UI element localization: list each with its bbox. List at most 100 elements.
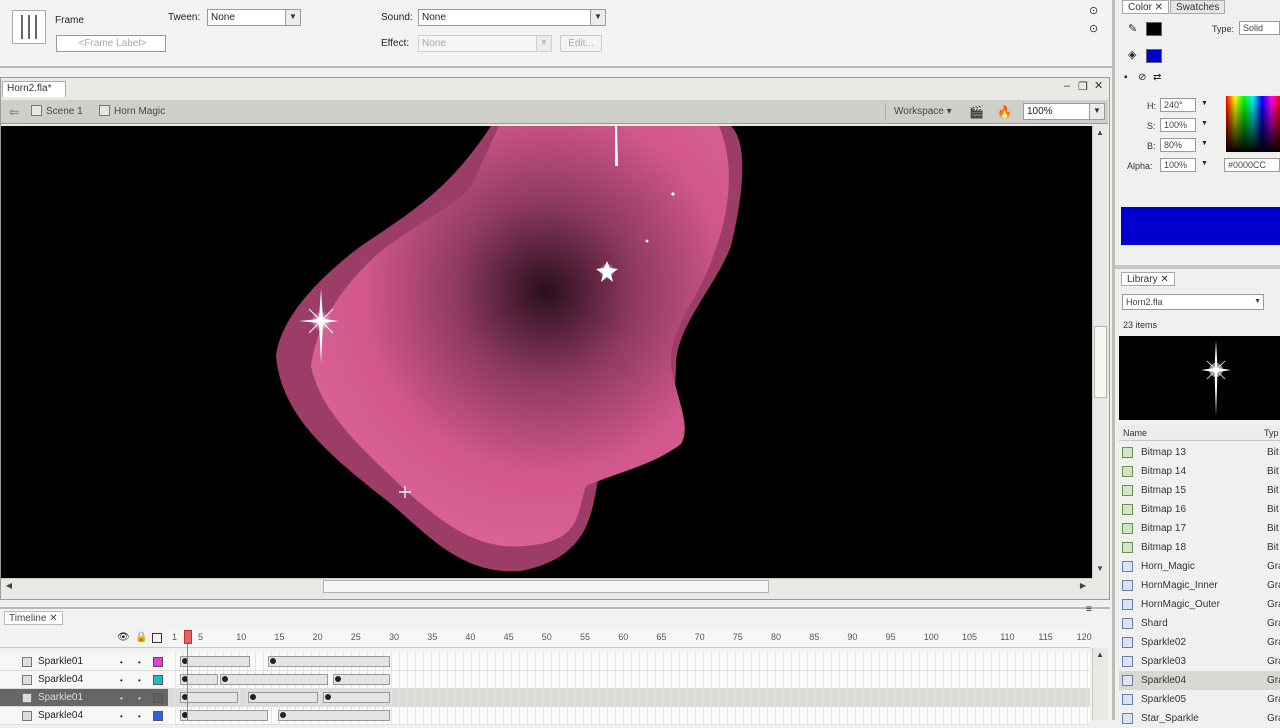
scroll-up-icon[interactable]: ▲	[1093, 126, 1107, 140]
library-item[interactable]: Sparkle04 Gra	[1119, 671, 1280, 690]
vertical-scrollbar[interactable]: ▲ ▼	[1092, 126, 1108, 578]
timeline-tab[interactable]: Timeline ✕	[4, 611, 63, 625]
keyframe[interactable]	[325, 694, 331, 700]
b-input[interactable]: 80%	[1160, 138, 1196, 152]
h-input[interactable]: 240°	[1160, 98, 1196, 112]
frame-span[interactable]	[268, 656, 390, 667]
keyframe[interactable]	[280, 712, 286, 718]
edit-symbol-icon[interactable]: 🔥	[997, 104, 1012, 120]
type-select[interactable]: Solid	[1239, 21, 1280, 35]
library-item[interactable]: Horn_Magic Gra	[1119, 557, 1280, 576]
scroll-left-icon[interactable]: ◀	[2, 579, 16, 593]
frame-span[interactable]	[180, 710, 268, 721]
s-input[interactable]: 100%	[1160, 118, 1196, 132]
library-item[interactable]: Sparkle05 Gra	[1119, 690, 1280, 709]
chevron-down-icon[interactable]: ▼	[1201, 120, 1208, 127]
minimize-icon[interactable]: –	[1064, 80, 1070, 92]
timeline-layer[interactable]: Sparkle01 • •	[0, 689, 168, 707]
panel-menu-icon[interactable]: ≡	[1086, 604, 1092, 615]
frame-span[interactable]	[323, 692, 390, 703]
swap-colors-icon[interactable]: ⇄	[1153, 72, 1161, 83]
chevron-down-icon[interactable]: ▼	[1201, 140, 1208, 147]
frame-span[interactable]	[220, 674, 328, 685]
playhead-handle[interactable]	[184, 630, 192, 644]
back-arrow-icon[interactable]: ⇦	[9, 104, 19, 120]
eye-icon[interactable]: 👁	[117, 632, 130, 643]
visibility-dot-icon[interactable]: •	[120, 694, 123, 703]
fill-bucket-icon[interactable]: ◈	[1128, 48, 1136, 61]
frame-row[interactable]	[168, 671, 1090, 689]
tab-library[interactable]: Library ✕	[1121, 272, 1175, 286]
stroke-pencil-icon[interactable]: ✎	[1128, 22, 1137, 35]
keyframe[interactable]	[250, 694, 256, 700]
layer-outline-color[interactable]	[153, 693, 163, 703]
library-item[interactable]: Sparkle03 Gra	[1119, 652, 1280, 671]
edit-button[interactable]: Edit...	[560, 35, 602, 52]
help-icon[interactable]: ⊙	[1089, 4, 1098, 17]
lock-dot-icon[interactable]: •	[138, 676, 141, 685]
library-item[interactable]: HornMagic_Inner Gra	[1119, 576, 1280, 595]
library-item[interactable]: HornMagic_Outer Gra	[1119, 595, 1280, 614]
color-spectrum-picker[interactable]	[1226, 96, 1280, 152]
default-colors-icon[interactable]: ▪	[1124, 72, 1128, 83]
timeline-vertical-scrollbar[interactable]: ▲	[1092, 648, 1108, 720]
stage-canvas[interactable]	[1, 126, 1092, 578]
alpha-input[interactable]: 100%	[1160, 158, 1196, 172]
zoom-select[interactable]: 100% ▼	[1023, 103, 1105, 120]
vertical-scroll-thumb[interactable]	[1094, 326, 1107, 398]
outline-icon[interactable]	[152, 633, 162, 643]
keyframe[interactable]	[222, 676, 228, 682]
scroll-right-icon[interactable]: ▶	[1076, 579, 1090, 593]
no-color-icon[interactable]: ⊘	[1138, 72, 1146, 83]
effect-select[interactable]: None ▼	[418, 35, 552, 52]
chevron-down-icon[interactable]: ▼	[1201, 100, 1208, 107]
visibility-dot-icon[interactable]: •	[120, 676, 123, 685]
fill-color-swatch[interactable]	[1146, 49, 1162, 63]
frame-span[interactable]	[278, 710, 390, 721]
sound-select[interactable]: None ▼	[418, 9, 606, 26]
lock-dot-icon[interactable]: •	[138, 694, 141, 703]
workspace-menu[interactable]: Workspace ▾	[894, 104, 952, 120]
frame-label-input[interactable]: <Frame Label>	[56, 35, 166, 52]
hex-input[interactable]: #0000CC	[1224, 158, 1280, 172]
library-document-select[interactable]: Horn2.fla ▼	[1122, 294, 1264, 310]
layer-outline-color[interactable]	[153, 657, 163, 667]
breadcrumb-symbol[interactable]: Horn Magic	[99, 104, 165, 120]
document-tab[interactable]: Horn2.fla*	[2, 81, 66, 97]
close-icon[interactable]: ✕	[1094, 79, 1103, 92]
scroll-up-icon[interactable]: ▲	[1093, 648, 1107, 662]
library-item[interactable]: Bitmap 18 Bit	[1119, 538, 1280, 557]
library-item[interactable]: Bitmap 14 Bit	[1119, 462, 1280, 481]
frame-span[interactable]	[333, 674, 390, 685]
timeline-layer[interactable]: Sparkle01 • •	[0, 653, 168, 671]
lock-dot-icon[interactable]: •	[138, 658, 141, 667]
frame-row[interactable]	[168, 707, 1090, 725]
lock-icon[interactable]: 🔒	[135, 632, 147, 643]
keyframe[interactable]	[270, 658, 276, 664]
horizontal-scroll-thumb[interactable]	[323, 580, 769, 593]
edit-scene-icon[interactable]: 🎬	[969, 104, 984, 120]
timeline-layer[interactable]: Sparkle04 • •	[0, 671, 168, 689]
layer-outline-color[interactable]	[153, 675, 163, 685]
library-item[interactable]: Sparkle02 Gra	[1119, 633, 1280, 652]
timeline-layer[interactable]: Sparkle04 • •	[0, 707, 168, 725]
tween-select[interactable]: None ▼	[207, 9, 301, 26]
frame-row[interactable]	[168, 653, 1090, 671]
keyframe[interactable]	[335, 676, 341, 682]
breadcrumb-scene[interactable]: Scene 1	[31, 104, 83, 120]
playhead[interactable]	[184, 630, 192, 720]
library-item[interactable]: Star_Sparkle Gra	[1119, 709, 1280, 728]
library-item[interactable]: Bitmap 17 Bit	[1119, 519, 1280, 538]
chevron-down-icon[interactable]: ▼	[1201, 160, 1208, 167]
frame-row[interactable]	[168, 689, 1090, 707]
collapse-icon[interactable]: ⊙	[1089, 22, 1098, 35]
frame-span[interactable]	[248, 692, 318, 703]
library-item[interactable]: Bitmap 16 Bit	[1119, 500, 1280, 519]
tab-color[interactable]: Color ✕	[1122, 0, 1170, 14]
visibility-dot-icon[interactable]: •	[120, 658, 123, 667]
library-item[interactable]: Bitmap 15 Bit	[1119, 481, 1280, 500]
frame-ruler[interactable]: 1 5 10 15 20 25 30 35 40 45 50 55 60 65 70 75 80 85 90 95 10…	[168, 630, 1092, 648]
tab-swatches[interactable]: Swatches	[1170, 0, 1226, 14]
stroke-color-swatch[interactable]	[1146, 22, 1162, 36]
horizontal-scrollbar[interactable]: ◀ ▶	[1, 578, 1092, 594]
